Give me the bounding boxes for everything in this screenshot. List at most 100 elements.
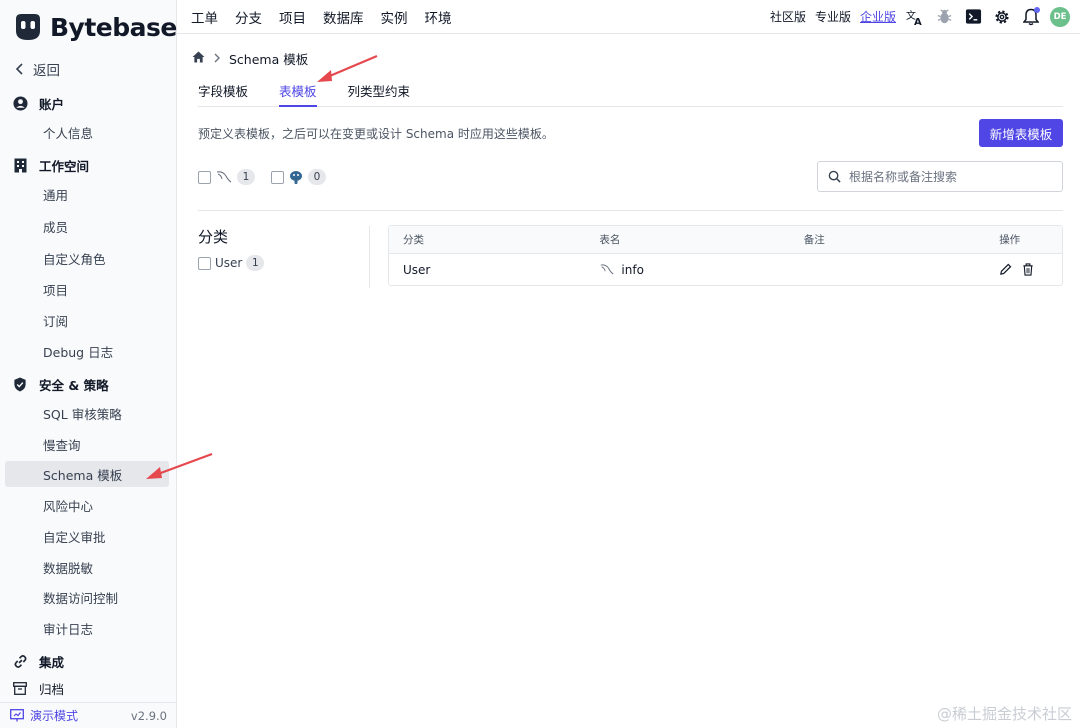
- translate-icon[interactable]: 文A: [905, 7, 925, 27]
- back-label: 返回: [33, 63, 60, 79]
- sidebar-item-label: 个人信息: [43, 125, 94, 141]
- sidebar-item-label: 自定义审批: [43, 529, 106, 545]
- top-nav-environments[interactable]: 环境: [425, 7, 452, 27]
- bug-icon[interactable]: [934, 7, 954, 27]
- sidebar-item-subscription[interactable]: 订阅: [0, 307, 177, 333]
- home-icon[interactable]: [192, 51, 205, 66]
- sidebar-item-projects[interactable]: 项目: [0, 276, 177, 302]
- user-circle-icon: [12, 95, 28, 111]
- edit-icon[interactable]: [999, 263, 1012, 276]
- sidebar-item-label: 风险中心: [43, 498, 94, 514]
- sidebar: Bytebase 返回 账户 个人信息 工作空间 通用 成员 自定义角色 项目 …: [0, 0, 177, 728]
- top-nav: 工单 分支 项目 数据库 实例 环境: [177, 7, 452, 27]
- sidebar-item-label: 数据脱敏: [43, 560, 94, 576]
- table-row[interactable]: User info: [389, 254, 1062, 285]
- sidebar-item-sql-review[interactable]: SQL 审核策略: [0, 400, 177, 426]
- sidebar-item-risk-center[interactable]: 风险中心: [0, 492, 177, 518]
- tab-bar: 字段模板 表模板 列类型约束: [198, 81, 1063, 107]
- mysql-icon: [216, 171, 232, 183]
- postgresql-icon: [290, 170, 302, 184]
- logo[interactable]: Bytebase: [12, 10, 177, 44]
- avatar[interactable]: DE: [1050, 6, 1070, 27]
- trash-icon[interactable]: [1022, 263, 1034, 276]
- checkbox[interactable]: [271, 170, 284, 184]
- count-badge: 1: [246, 255, 265, 271]
- cell-category: User: [403, 262, 431, 277]
- gear-icon[interactable]: [992, 7, 1012, 27]
- cell-table-name: info: [586, 263, 790, 277]
- divider: [198, 210, 1063, 211]
- engine-filters: 1 0: [198, 169, 326, 185]
- tab-column-template[interactable]: 字段模板: [198, 81, 248, 107]
- count-badge: 1: [237, 169, 255, 185]
- sidebar-item-slow-query[interactable]: 慢查询: [0, 431, 177, 457]
- filter-mysql[interactable]: 1: [198, 169, 255, 185]
- building-icon: [12, 157, 28, 173]
- bell-icon[interactable]: [1021, 6, 1041, 27]
- section-label: 归档: [39, 681, 65, 697]
- chevron-right-icon: [213, 51, 221, 66]
- sidebar-item-members[interactable]: 成员: [0, 213, 177, 239]
- sidebar-item-label: Schema 模板: [43, 467, 123, 483]
- sidebar-item-label: 数据访问控制: [43, 590, 119, 606]
- plan-enterprise[interactable]: 企业版: [860, 8, 896, 25]
- terminal-icon[interactable]: [963, 7, 983, 27]
- add-table-template-button[interactable]: 新增表模板: [979, 119, 1063, 147]
- category-label: User: [215, 256, 243, 270]
- checkbox[interactable]: [198, 170, 211, 184]
- sidebar-section-integration[interactable]: 集成: [0, 648, 177, 674]
- link-icon: [12, 653, 28, 669]
- checkbox[interactable]: [198, 256, 211, 270]
- page-description: 预定义表模板，之后可以在变更或设计 Schema 时应用这些模板。: [198, 127, 554, 141]
- sidebar-item-label: 慢查询: [43, 437, 81, 453]
- plan-community[interactable]: 社区版: [770, 8, 806, 25]
- filter-postgresql[interactable]: 0: [271, 169, 326, 185]
- sidebar-item-custom-roles[interactable]: 自定义角色: [0, 245, 177, 271]
- top-nav-instances[interactable]: 实例: [381, 7, 408, 27]
- plan-team[interactable]: 专业版: [815, 8, 851, 25]
- search-input[interactable]: [849, 169, 1049, 184]
- sidebar-section-archive[interactable]: 归档: [0, 675, 177, 701]
- sidebar-item-label: 订阅: [43, 313, 69, 329]
- template-table: 分类 表名 备注 操作 User info: [388, 225, 1063, 286]
- category-title: 分类: [198, 228, 229, 246]
- sidebar-item-data-masking[interactable]: 数据脱敏: [0, 554, 177, 580]
- sidebar-item-custom-approval[interactable]: 自定义审批: [0, 523, 177, 549]
- sidebar-section-account[interactable]: 账户: [0, 90, 177, 116]
- category-item-user[interactable]: User 1: [198, 255, 369, 271]
- demo-mode-button[interactable]: 演示模式: [10, 707, 78, 724]
- sidebar-item-debug-log[interactable]: Debug 日志: [0, 338, 177, 364]
- top-nav-branches[interactable]: 分支: [235, 7, 262, 27]
- sidebar-item-label: 审计日志: [43, 621, 94, 637]
- bytebase-logo-icon: [16, 14, 40, 40]
- top-nav-databases[interactable]: 数据库: [323, 7, 364, 27]
- tab-table-template[interactable]: 表模板: [279, 81, 317, 107]
- sidebar-item-data-access[interactable]: 数据访问控制: [0, 584, 177, 610]
- chevron-left-icon: [12, 61, 28, 77]
- top-nav-issues[interactable]: 工单: [191, 7, 218, 27]
- sidebar-item-label: Debug 日志: [43, 344, 114, 360]
- mysql-icon: [601, 264, 614, 275]
- shield-icon: [12, 376, 28, 392]
- breadcrumb-current: Schema 模板: [229, 52, 309, 67]
- sidebar-section-security[interactable]: 安全 & 策略: [0, 371, 177, 397]
- sidebar-section-workspace[interactable]: 工作空间: [0, 152, 177, 178]
- sidebar-item-profile[interactable]: 个人信息: [0, 119, 177, 145]
- top-bar: 工单 分支 项目 数据库 实例 环境 社区版 专业版 企业版 文A DE: [177, 0, 1080, 34]
- table-header: 分类 表名 备注 操作: [389, 226, 1062, 254]
- version-label: v2.9.0: [130, 708, 167, 723]
- header-table-name: 表名: [599, 234, 621, 246]
- top-nav-projects[interactable]: 项目: [279, 7, 306, 27]
- breadcrumb: Schema 模板: [192, 49, 308, 68]
- sidebar-item-general[interactable]: 通用: [0, 181, 177, 207]
- category-panel: 分类 User 1: [198, 226, 370, 288]
- search-box[interactable]: [817, 161, 1063, 192]
- sidebar-item-audit-log[interactable]: 审计日志: [0, 615, 177, 641]
- sidebar-item-schema-template[interactable]: Schema 模板: [5, 461, 169, 487]
- back-button[interactable]: 返回: [0, 56, 177, 82]
- cell-actions: [986, 263, 1062, 276]
- sidebar-item-label: SQL 审核策略: [43, 406, 122, 422]
- tab-column-type-restriction[interactable]: 列类型约束: [348, 81, 411, 107]
- presentation-icon: [10, 709, 24, 722]
- archive-icon: [12, 680, 28, 696]
